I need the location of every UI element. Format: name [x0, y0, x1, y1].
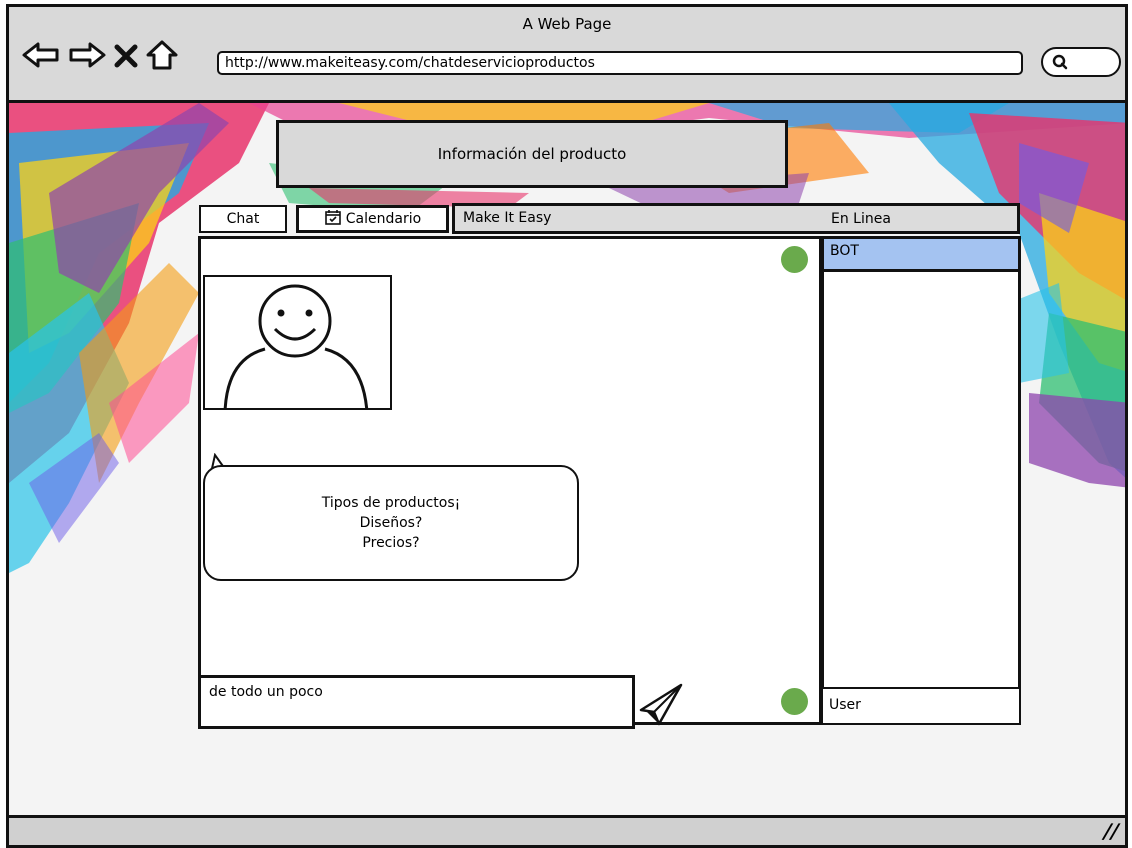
- search-icon: [1052, 54, 1068, 70]
- back-arrow-icon[interactable]: [21, 40, 61, 70]
- tab-calendar-label: Calendario: [345, 211, 422, 227]
- tab-chat[interactable]: Chat: [199, 205, 287, 233]
- online-users-list: [821, 236, 1021, 725]
- bot-avatar: [203, 275, 392, 410]
- user-list-item-user[interactable]: User: [821, 687, 1021, 725]
- user-status-indicator: [781, 688, 808, 715]
- tab-chat-label: Chat: [226, 211, 260, 227]
- window-title: A Web Page: [522, 15, 612, 33]
- browser-status-bar: //: [9, 815, 1125, 845]
- search-box[interactable]: [1041, 47, 1121, 77]
- user-list-item-bot[interactable]: BOT: [821, 236, 1021, 272]
- message-input[interactable]: de todo un poco: [198, 675, 635, 729]
- bot-message-line: Tipos de productos¡: [321, 495, 461, 511]
- bot-message-line: Precios?: [362, 535, 420, 551]
- tab-calendar[interactable]: Calendario: [296, 205, 449, 233]
- chat-header: Make It Easy En Linea: [452, 203, 1020, 234]
- home-icon[interactable]: [145, 39, 179, 71]
- online-users-label: En Linea: [831, 211, 891, 227]
- calendar-icon: [324, 208, 342, 230]
- nav-controls: [21, 37, 179, 73]
- bot-message-bubble: Tipos de productos¡ Diseños? Precios?: [203, 465, 579, 581]
- bot-message-line: Diseños?: [359, 515, 423, 531]
- resize-grip-icon[interactable]: //: [1101, 819, 1122, 843]
- forward-arrow-icon[interactable]: [67, 40, 107, 70]
- browser-window: A Web Page http://www.makeiteasy.com/cha…: [6, 4, 1128, 848]
- send-icon[interactable]: [637, 682, 685, 730]
- address-bar[interactable]: http://www.makeiteasy.com/chatdeservicio…: [217, 51, 1023, 75]
- browser-titlebar: A Web Page http://www.makeiteasy.com/cha…: [9, 7, 1125, 103]
- product-info-title: Información del producto: [276, 120, 788, 188]
- bot-status-indicator: [781, 246, 808, 273]
- chat-contact-name: Make It Easy: [463, 210, 552, 226]
- stop-icon[interactable]: [113, 40, 139, 70]
